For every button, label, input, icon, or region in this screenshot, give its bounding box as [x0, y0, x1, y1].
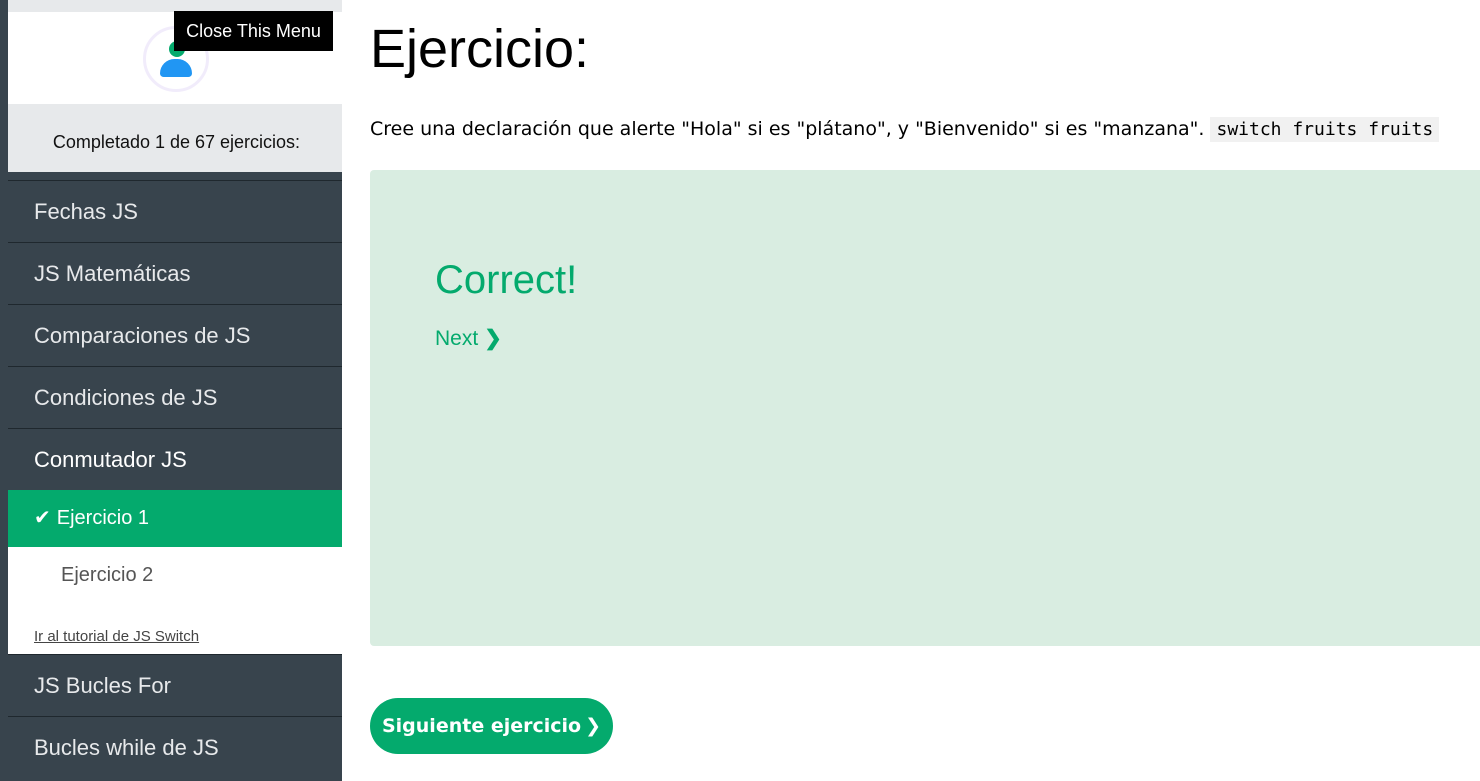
sidebar-item-js-matematicas[interactable]: JS Matemáticas: [8, 242, 342, 304]
sidebar-item-comparaciones-de-js[interactable]: Comparaciones de JS: [8, 304, 342, 366]
page-title: Ejercicio:: [370, 19, 590, 79]
next-link-label: Next: [435, 327, 479, 350]
avatar-body: [160, 59, 192, 77]
sidebar-item-fechas-js[interactable]: Fechas JS: [8, 180, 342, 242]
next-link[interactable]: Next ❯: [435, 326, 502, 351]
next-exercise-label: Siguiente ejercicio: [381, 715, 582, 737]
chevron-right-icon: ❯: [484, 327, 502, 350]
sub-item-label: Ejercicio 1: [56, 507, 150, 529]
close-menu-button[interactable]: Close This Menu: [174, 11, 333, 51]
tutorial-link-row: Ir al tutorial de JS Switch: [8, 604, 342, 654]
exercise-instruction: Cree una declaración que alerte "Hola" s…: [370, 117, 1440, 142]
sidebar-item-conmutador-js[interactable]: Conmutador JS: [8, 428, 342, 490]
sidebar-item-bucles-while[interactable]: Bucles while de JS: [8, 716, 342, 778]
sidebar-item-js-bucles-for[interactable]: JS Bucles For: [8, 654, 342, 716]
next-exercise-button[interactable]: Siguiente ejercicio ❯: [370, 698, 613, 754]
chevron-right-icon: ❯: [585, 715, 601, 737]
instruction-text: Cree una declaración que alerte "Hola" s…: [370, 118, 1205, 140]
main-content: Ejercicio: Cree una declaración que aler…: [342, 0, 1480, 781]
result-title: Correct!: [435, 258, 578, 302]
sub-item-ejercicio-2[interactable]: Ejercicio 2: [8, 547, 342, 604]
progress-text: Completado 1 de 67 ejercicios:: [8, 104, 342, 172]
checkmark-icon: ✔: [34, 507, 51, 529]
sidebar-nav: Fechas JS JS Matemáticas Comparaciones d…: [8, 180, 342, 778]
result-panel: Correct! Next ❯: [370, 170, 1480, 646]
tutorial-link[interactable]: Ir al tutorial de JS Switch: [34, 628, 199, 645]
sub-item-ejercicio-1[interactable]: ✔ Ejercicio 1: [8, 490, 342, 547]
sidebar: Close This Menu Completado 1 de 67 ejerc…: [0, 0, 342, 781]
sidebar-item-condiciones-de-js[interactable]: Condiciones de JS: [8, 366, 342, 428]
instruction-code: switch fruits fruits: [1210, 117, 1440, 142]
